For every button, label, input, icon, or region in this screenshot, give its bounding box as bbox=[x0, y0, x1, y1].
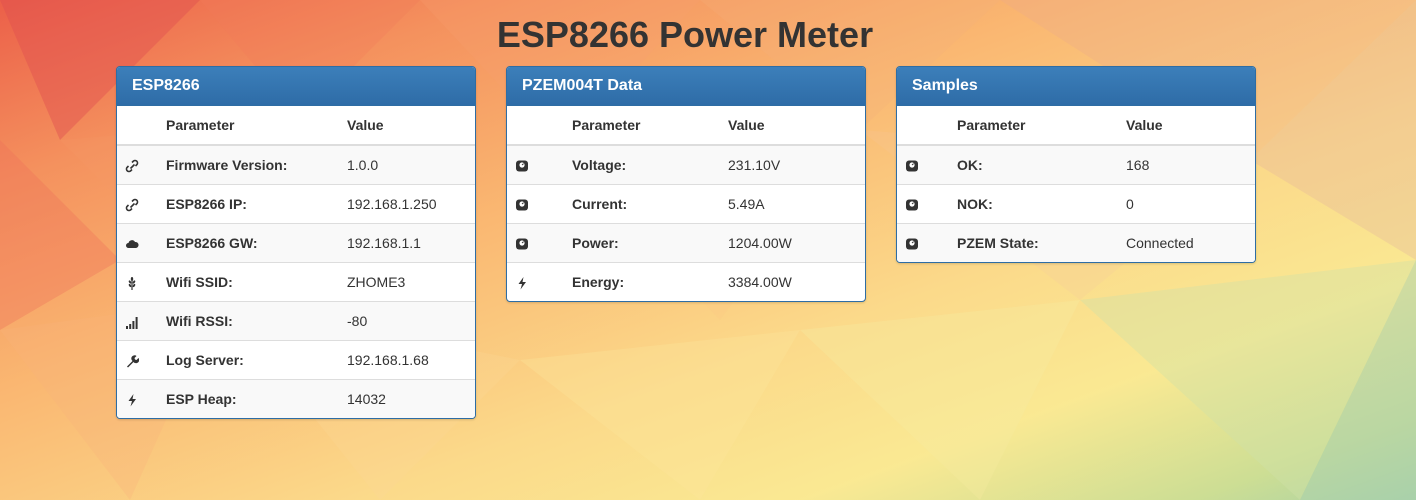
table-row: OK: 168 bbox=[897, 145, 1255, 185]
parameter-cell: Current: bbox=[571, 184, 727, 224]
row-icon-cell bbox=[117, 301, 165, 341]
parameter-cell: Voltage: bbox=[572, 157, 627, 173]
meter-icon bbox=[515, 196, 529, 212]
panel-heading: ESP8266 bbox=[117, 67, 475, 106]
signal-icon bbox=[125, 313, 139, 330]
value-cell: 192.168.1.68 bbox=[346, 340, 475, 380]
flash-icon bbox=[515, 274, 529, 290]
value-cell: 168 bbox=[1126, 157, 1150, 173]
row-icon-cell bbox=[117, 379, 165, 418]
value-cell: 5.49A bbox=[727, 184, 865, 224]
link-icon bbox=[125, 196, 139, 212]
panel-heading: PZEM004T Data bbox=[507, 67, 865, 106]
value-cell: ZHOME3 bbox=[346, 262, 475, 302]
value-cell: 231.10V bbox=[728, 157, 781, 173]
table-row: Wifi RSSI: -80 bbox=[117, 301, 475, 341]
row-icon-cell bbox=[117, 145, 165, 185]
table-row: Current: 5.49A bbox=[507, 184, 865, 224]
table-row: PZEM State: Connected bbox=[897, 223, 1255, 262]
table-row: Wifi SSID: ZHOME3 bbox=[117, 262, 475, 302]
row-icon-cell bbox=[897, 184, 956, 224]
parameter-cell: Wifi RSSI: bbox=[165, 301, 346, 341]
header-value: Value bbox=[727, 106, 865, 146]
table-row: Firmware Version: 1.0.0 bbox=[117, 145, 475, 185]
page-title: ESP8266 Power Meter bbox=[496, 14, 874, 55]
row-icon-cell bbox=[897, 145, 956, 185]
header-parameter: Parameter bbox=[165, 106, 346, 146]
meter-icon bbox=[905, 157, 919, 173]
parameter-table: Parameter Value OK: 168 NOK: 0 PZEM State: Co… bbox=[897, 106, 1255, 262]
cloud-icon bbox=[125, 235, 139, 251]
value-cell: 3384.00W bbox=[727, 262, 865, 301]
row-icon-cell bbox=[507, 223, 571, 263]
row-icon-cell bbox=[507, 184, 571, 224]
value-cell: 1204.00W bbox=[727, 223, 865, 263]
meter-icon bbox=[905, 196, 919, 212]
header-icon-col bbox=[117, 106, 165, 146]
table-row: ESP8266 GW: 192.168.1.1 bbox=[117, 223, 475, 263]
panel-pzem004t-data: PZEM004T Data Parameter Value Voltage: 23… bbox=[506, 66, 866, 302]
header-icon-col bbox=[897, 106, 956, 146]
table-row: Power: 1204.00W bbox=[507, 223, 865, 263]
table-row: Log Server: 192.168.1.68 bbox=[117, 340, 475, 380]
row-icon-cell bbox=[507, 145, 571, 185]
header-value: Value bbox=[1125, 106, 1255, 146]
table-header-row: Parameter Value bbox=[507, 106, 865, 146]
parameter-cell: ESP8266 GW: bbox=[165, 223, 346, 263]
parameter-cell: ESP8266 IP: bbox=[165, 184, 346, 224]
value-cell: Connected bbox=[1125, 223, 1255, 262]
table-row: Energy: 3384.00W bbox=[507, 262, 865, 301]
row-icon-cell bbox=[117, 262, 165, 302]
value-cell: 0 bbox=[1125, 184, 1255, 224]
wrench-icon bbox=[125, 352, 140, 368]
row-icon-cell bbox=[117, 340, 165, 380]
flash-icon bbox=[125, 391, 139, 407]
parameter-table: Parameter Value Firmware Version: 1.0.0 ES… bbox=[117, 106, 475, 418]
value-cell: 192.168.1.250 bbox=[346, 184, 475, 224]
parameter-table: Parameter Value Voltage: 231.10V Current: 5… bbox=[507, 106, 865, 301]
value-cell: 14032 bbox=[346, 379, 475, 418]
panel-heading: Samples bbox=[897, 67, 1255, 106]
meter-icon bbox=[515, 235, 529, 251]
parameter-cell: PZEM State: bbox=[956, 223, 1125, 262]
parameter-cell: Firmware Version: bbox=[166, 157, 288, 173]
table-row: NOK: 0 bbox=[897, 184, 1255, 224]
table-header-row: Parameter Value bbox=[117, 106, 475, 146]
meter-icon bbox=[515, 157, 529, 173]
table-row: ESP8266 IP: 192.168.1.250 bbox=[117, 184, 475, 224]
value-cell: 1.0.0 bbox=[347, 157, 379, 173]
row-icon-cell bbox=[117, 223, 165, 263]
parameter-cell: Power: bbox=[571, 223, 727, 263]
row-icon-cell bbox=[117, 184, 165, 224]
parameter-cell: ESP Heap: bbox=[165, 379, 346, 418]
value-cell: -80 bbox=[346, 301, 475, 341]
parameter-cell: Log Server: bbox=[165, 340, 346, 380]
table-row: ESP Heap: 14032 bbox=[117, 379, 475, 418]
panel-esp8266: ESP8266 Parameter Value Firmware Version… bbox=[116, 66, 476, 419]
meter-icon bbox=[905, 235, 919, 251]
header-value: Value bbox=[346, 106, 475, 146]
row-icon-cell bbox=[507, 262, 571, 301]
header-icon-col bbox=[507, 106, 571, 146]
table-row: Voltage: 231.10V bbox=[507, 145, 865, 185]
parameter-cell: Energy: bbox=[571, 262, 727, 301]
link-icon bbox=[125, 157, 139, 173]
table-header-row: Parameter Value bbox=[897, 106, 1255, 146]
parameter-cell: NOK: bbox=[956, 184, 1125, 224]
row-icon-cell bbox=[897, 223, 956, 262]
value-cell: 192.168.1.1 bbox=[346, 223, 475, 263]
parameter-cell: OK: bbox=[957, 157, 983, 173]
header-parameter: Parameter bbox=[956, 106, 1125, 146]
wheat-icon bbox=[125, 274, 139, 291]
parameter-cell: Wifi SSID: bbox=[165, 262, 346, 302]
header-parameter: Parameter bbox=[571, 106, 727, 146]
panel-samples: Samples Parameter Value OK: 168 NOK: 0 PZEM … bbox=[896, 66, 1256, 263]
